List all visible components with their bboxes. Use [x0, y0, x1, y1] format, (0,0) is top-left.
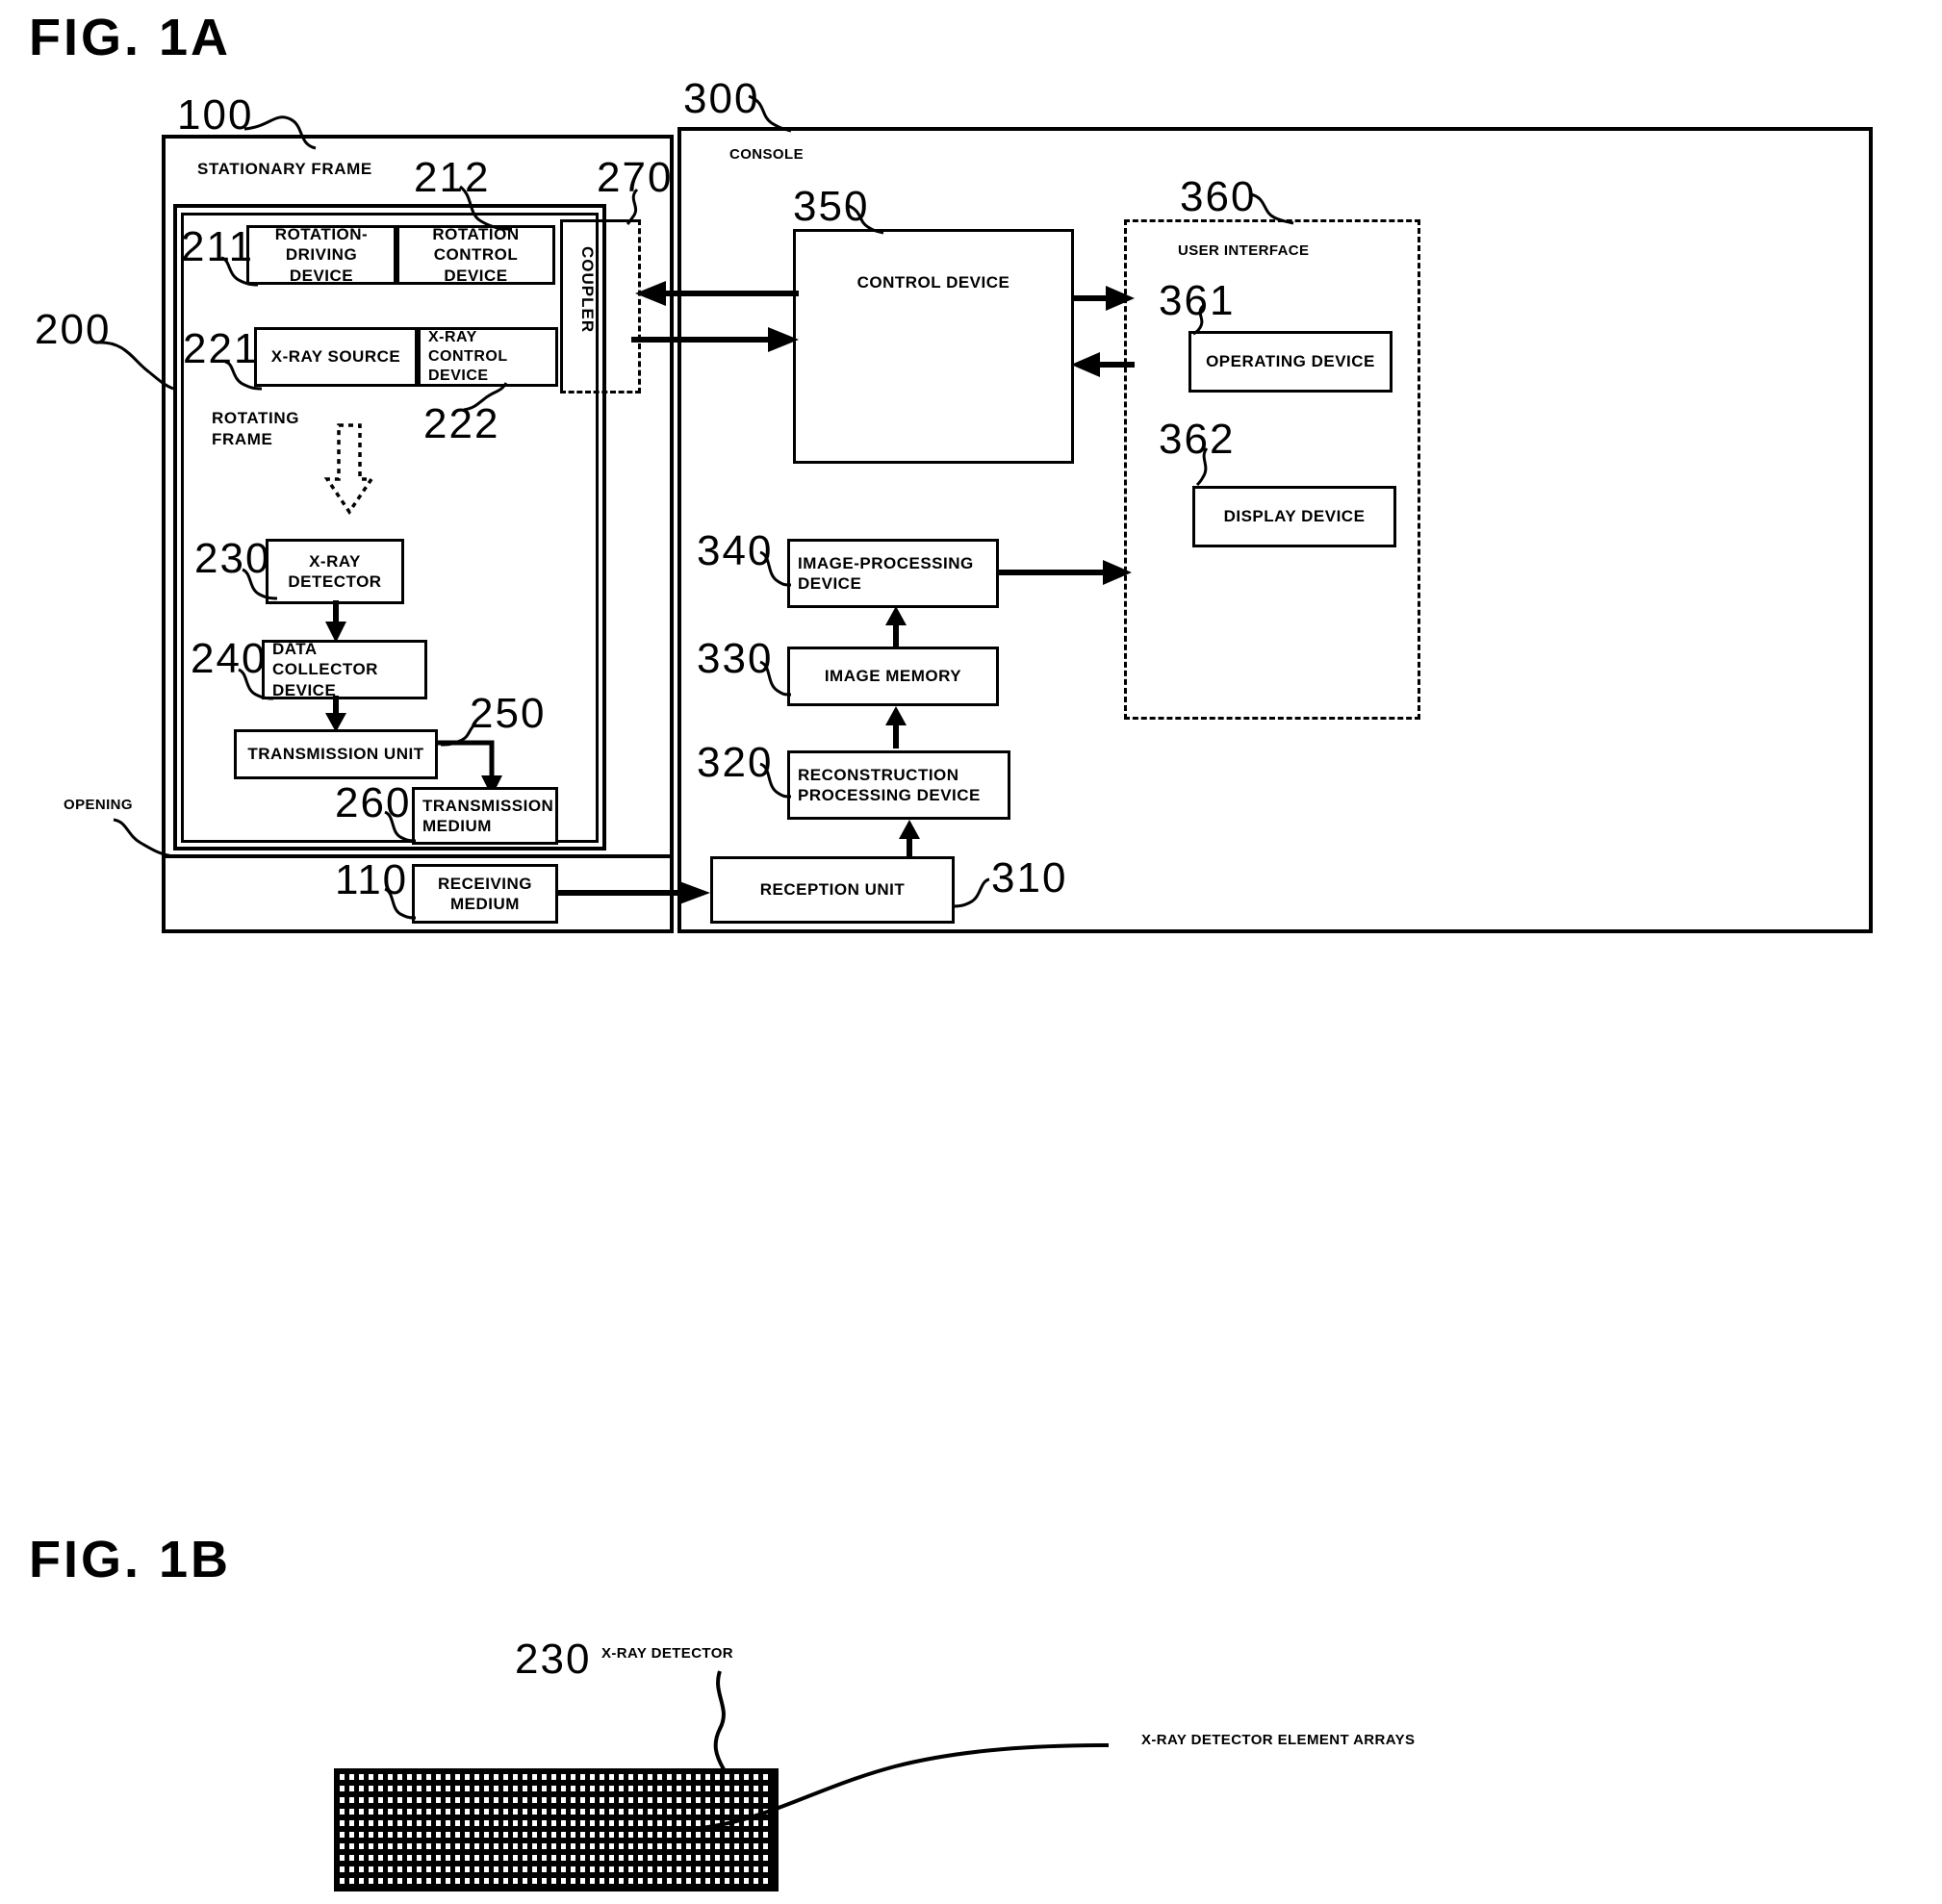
leader-362: [1195, 447, 1209, 487]
arrow-coupler-to-control-device: [631, 327, 799, 352]
box-image-processing-device[interactable]: IMAGE-PROCESSING DEVICE: [787, 539, 999, 608]
console-label: CONSOLE: [729, 146, 804, 163]
box-reception-unit[interactable]: RECEPTION UNIT: [710, 856, 955, 924]
opening-label: OPENING: [64, 797, 133, 813]
ref-230-fig1b: 230: [515, 1636, 592, 1683]
user-interface-label: USER INTERFACE: [1178, 242, 1310, 259]
xray-beam-arrow: [323, 423, 375, 516]
leader-270: [626, 188, 639, 226]
coupler-label: COUPLER: [578, 246, 597, 334]
leader-320: [759, 762, 792, 799]
patent-figure-page: FIG. 1A 100 STATIONARY FRAME 200 ROTATIN…: [0, 0, 1942, 1904]
box-xray-control-device[interactable]: X-RAY CONTROL DEVICE: [418, 327, 558, 387]
box-operating-device[interactable]: OPERATING DEVICE: [1188, 331, 1393, 393]
arrow-image-processing-to-user-interface: [999, 560, 1132, 585]
arrow-reconstruction-to-image-memory: [885, 706, 907, 749]
leader-100: [243, 115, 317, 150]
leader-222: [463, 382, 508, 412]
box-transmission-medium[interactable]: TRANSMISSION MEDIUM: [412, 787, 558, 845]
box-image-memory[interactable]: IMAGE MEMORY: [787, 647, 999, 706]
ref-310: 310: [991, 854, 1068, 901]
box-data-collector-device[interactable]: DATA COLLECTOR DEVICE: [262, 640, 427, 699]
leader-opening: [113, 818, 174, 858]
leader-360: [1250, 192, 1294, 225]
xray-detector-label-fig1b: X-RAY DETECTOR: [601, 1645, 734, 1662]
leader-361: [1192, 304, 1205, 336]
box-xray-source[interactable]: X-RAY SOURCE: [254, 327, 418, 387]
box-reconstruction-processing-device[interactable]: RECONSTRUCTION PROCESSING DEVICE: [787, 750, 1010, 820]
leader-element-arrays: [678, 1743, 1110, 1832]
ref-360: 360: [1180, 173, 1257, 220]
box-receiving-medium[interactable]: RECEIVING MEDIUM: [412, 864, 558, 924]
box-xray-detector[interactable]: X-RAY DETECTOR: [266, 539, 404, 604]
stationary-frame-label: STATIONARY FRAME: [197, 160, 372, 178]
leader-340: [759, 550, 792, 587]
rotating-frame-label: ROTATING FRAME: [212, 409, 300, 449]
leader-212: [459, 185, 513, 231]
element-arrays-label: X-RAY DETECTOR ELEMENT ARRAYS: [1141, 1732, 1416, 1748]
leader-211: [220, 256, 259, 287]
leader-330: [759, 660, 792, 697]
figure-1a-title: FIG. 1A: [29, 9, 232, 66]
box-rotation-driving-device[interactable]: ROTATION- DRIVING DEVICE: [246, 225, 396, 285]
arrow-detector-to-collector: [325, 600, 346, 643]
leader-230: [242, 568, 278, 600]
arrow-control-device-to-coupler: [635, 281, 799, 306]
box-display-device[interactable]: DISPLAY DEVICE: [1192, 486, 1396, 547]
arrow-collector-to-transmission: [325, 696, 346, 732]
leader-300: [748, 94, 792, 133]
box-transmission-unit[interactable]: TRANSMISSION UNIT: [234, 729, 438, 779]
box-control-device[interactable]: CONTROL DEVICE: [793, 229, 1074, 464]
leader-240: [238, 668, 274, 700]
leader-260: [384, 810, 417, 843]
leader-310: [952, 877, 990, 908]
leader-350: [848, 204, 884, 235]
leader-110: [384, 887, 417, 920]
figure-1b-title: FIG. 1B: [29, 1531, 232, 1588]
leader-221: [224, 360, 263, 391]
arrow-image-memory-to-image-processing: [885, 606, 907, 647]
